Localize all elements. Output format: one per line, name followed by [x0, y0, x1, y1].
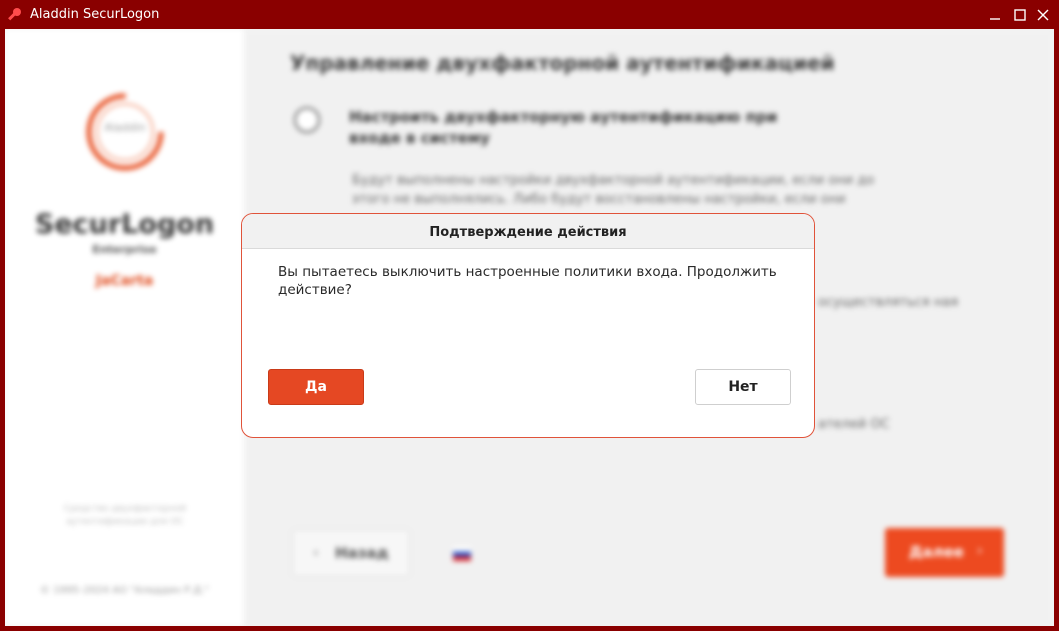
back-button[interactable]: ‹ Назад — [292, 529, 410, 577]
close-icon[interactable] — [1034, 6, 1052, 24]
yes-button[interactable]: Да — [268, 369, 364, 405]
confirm-dialog: Подтверждение действия Вы пытаетесь выкл… — [241, 213, 815, 438]
partial-text-2: ателей ОС — [818, 417, 890, 432]
page-title: Управление двухфакторной аутентификацией — [290, 51, 835, 75]
app-key-icon — [8, 8, 21, 21]
window-client: Aladdin SecurLogon Enterprise JaCarta Ср… — [5, 29, 1054, 626]
option-title: Настроить двухфакторную аутентификацию п… — [349, 108, 778, 147]
dialog-header: Подтверждение действия — [242, 214, 814, 249]
title-bar: Aladdin SecurLogon — [0, 0, 1059, 29]
back-label: Назад — [335, 544, 389, 562]
sidebar: Aladdin SecurLogon Enterprise JaCarta Ср… — [5, 29, 244, 626]
maximize-icon[interactable] — [1011, 6, 1029, 24]
no-label: Нет — [728, 379, 758, 395]
next-button[interactable]: Далее › — [885, 528, 1004, 577]
window-title: Aladdin SecurLogon — [30, 7, 160, 22]
chevron-right-icon: › — [977, 543, 983, 559]
product-name: SecurLogon — [34, 209, 215, 240]
option-description: Будут выполнены настройки двухфакторной … — [352, 173, 875, 207]
copyright: © 1995–2024 АО "Аладдин Р.Д." — [40, 585, 209, 596]
logo-text: Aladdin — [104, 121, 146, 134]
option-radio[interactable] — [294, 107, 320, 133]
product-edition: Enterprise — [92, 243, 157, 256]
sidebar-note: Средство двухфакторной аутентификации дл… — [63, 504, 187, 527]
next-label: Далее — [909, 543, 964, 561]
no-button[interactable]: Нет — [695, 369, 791, 405]
partial-text: осуществляться ная — [818, 295, 959, 310]
chevron-left-icon: ‹ — [313, 545, 319, 561]
yes-label: Да — [305, 379, 327, 395]
sub-brand: JaCarta — [95, 273, 154, 289]
language-flag-icon[interactable] — [453, 547, 471, 561]
dialog-title: Подтверждение действия — [429, 225, 627, 240]
minimize-icon[interactable] — [986, 6, 1004, 24]
dialog-message: Вы пытаетесь выключить настроенные полит… — [278, 264, 777, 298]
